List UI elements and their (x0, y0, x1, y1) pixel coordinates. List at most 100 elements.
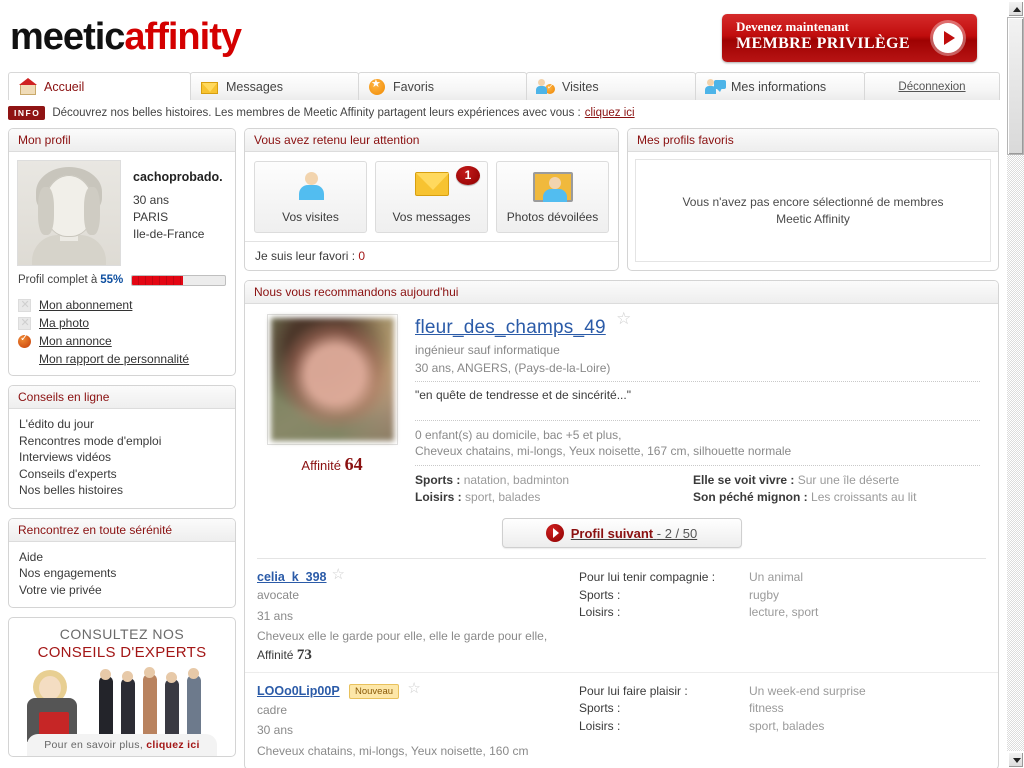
promo-line-2: MEMBRE PRIVILÈGE (736, 35, 910, 52)
scrollbar-track[interactable] (1007, 17, 1024, 751)
ad-cta-text: Pour en savoir plus, (44, 739, 144, 751)
add-favorite-star-icon[interactable] (407, 679, 421, 697)
site-logo[interactable]: meeticaffinity (10, 16, 242, 59)
left-sidebar: Mon profil cachoprobado. 30 ans PARIS Il… (8, 128, 236, 757)
person-bubble-icon (705, 79, 726, 94)
scroll-up-button[interactable] (1007, 0, 1024, 17)
fact-row: Elle se voit vivre : Sur une île déserte (693, 472, 980, 489)
affinity-label: Affinité (301, 458, 341, 473)
recommended-profile-photo[interactable] (266, 314, 398, 445)
tile-label-vos-visites: Vos visites (282, 210, 339, 224)
tile-vos-visites[interactable]: Vos visites (254, 161, 367, 233)
serenity-list: Aide Nos engagements Votre vie privée (9, 542, 235, 608)
profile-list-fact-values: Un week-end surprise fitness sport, bala… (749, 683, 866, 761)
recommended-profile: Affinité 64 fleur_des_champs_49 ingénieu… (245, 304, 998, 506)
next-profile-button[interactable]: Profil suivant - 2 / 50 (501, 518, 742, 548)
affinity-value: 64 (344, 454, 363, 474)
premium-member-promo-banner[interactable]: Devenez maintenant MEMBRE PRIVILÈGE (722, 14, 977, 62)
my-profile-link-row[interactable]: Ma photo (18, 316, 226, 330)
completion-label: Profil complet à (18, 274, 98, 286)
attention-tiles: Vos visites 1 Vos messages Photos dévoil… (245, 152, 618, 241)
nav-label-deconnexion: Déconnexion (898, 80, 966, 93)
link-ma-photo[interactable]: Ma photo (39, 316, 89, 330)
info-link[interactable]: cliquez ici (585, 107, 635, 119)
fact-value: sport, balades (749, 718, 825, 733)
nav-label-visites: Visites (562, 79, 599, 94)
advice-item[interactable]: L'édito du jour (19, 416, 225, 433)
favorite-count-value: 0 (358, 249, 366, 263)
tile-label-photos-devoilees: Photos dévoilées (506, 210, 599, 224)
my-age: 30 ans (133, 193, 170, 207)
recommended-job: ingénieur sauf informatique (415, 343, 560, 357)
advice-item[interactable]: Interviews vidéos (19, 449, 225, 466)
profile-list-hair: Cheveux elle le garde pour elle, elle le… (257, 629, 548, 643)
nav-label-mes-informations: Mes informations (731, 79, 827, 94)
advice-item[interactable]: Nos belles histoires (19, 482, 225, 499)
vertical-scrollbar[interactable] (1007, 0, 1024, 768)
advice-item[interactable]: Rencontres mode d'emploi (19, 433, 225, 450)
link-mon-rapport-personnalite[interactable]: Mon rapport de personnalité (39, 352, 189, 366)
nav-item-visites[interactable]: Visites (526, 72, 696, 100)
my-username: cachoprobado. (133, 170, 223, 184)
next-profile-area: Profil suivant - 2 / 50 (257, 506, 986, 559)
serenity-item[interactable]: Votre vie privée (19, 582, 225, 599)
fact-value: sport, balades (465, 490, 541, 504)
logo-part-1: mee (10, 16, 84, 58)
my-profile-title: Mon profil (9, 129, 235, 152)
affinity-value: 73 (296, 646, 312, 663)
info-text: Découvrez nos belles histoires. Les memb… (52, 107, 581, 119)
info-bar: INFO Découvrez nos belles histoires. Les… (8, 106, 999, 120)
serenity-item[interactable]: Nos engagements (19, 565, 225, 582)
nav-item-accueil[interactable]: Accueil (8, 72, 191, 100)
advice-title: Conseils en ligne (9, 386, 235, 409)
nav-item-mes-informations[interactable]: Mes informations (695, 72, 865, 100)
play-icon (933, 23, 963, 53)
favorite-count-label: Je suis leur favori : (255, 249, 356, 263)
link-mon-abonnement[interactable]: Mon abonnement (39, 298, 132, 312)
profile-list-name[interactable]: celia_k_398 (257, 570, 327, 584)
recommended-photo-block: Affinité 64 (257, 314, 407, 506)
new-badge: Nouveau (349, 683, 400, 699)
link-mon-annonce[interactable]: Mon annonce (39, 334, 112, 348)
my-city: PARIS (133, 210, 169, 224)
serenity-item[interactable]: Aide (19, 549, 225, 566)
profile-list-name[interactable]: LOOo0Lip00P (257, 684, 340, 698)
add-favorite-star-icon[interactable] (332, 565, 346, 583)
avatar (17, 160, 121, 266)
unread-messages-badge: 1 (456, 166, 480, 185)
my-profile-link-row[interactable]: Mon abonnement (18, 298, 226, 312)
scrollbar-thumb[interactable] (1007, 17, 1024, 155)
browser-viewport: meeticaffinity Devenez maintenant MEMBRE… (0, 0, 1024, 768)
tile-vos-messages[interactable]: 1 Vos messages (375, 161, 488, 233)
tile-photos-devoilees[interactable]: Photos dévoilées (496, 161, 609, 233)
serenity-title: Rencontrez en toute sérénité (9, 518, 235, 542)
my-profile-link-row[interactable]: Mon annonce (18, 333, 226, 348)
recommended-desc-line-2: Cheveux chatains, mi-longs, Yeux noisett… (415, 444, 792, 458)
recommended-facts: Sports : natation, badminton Loisirs : s… (415, 472, 980, 506)
fact-value: fitness (749, 701, 784, 715)
person-check-icon (536, 79, 555, 94)
profile-list-item-facts: Pour lui tenir compagnie : Sports : Lois… (579, 569, 986, 664)
scroll-down-button[interactable] (1007, 751, 1024, 768)
experts-advice-ad[interactable]: CONSULTEZ NOS CONSEILS D'EXPERTS Pour en… (8, 617, 236, 757)
advice-item[interactable]: Conseils d'experts (19, 466, 225, 483)
fact-value: Les croissants au lit (811, 490, 917, 504)
next-profile-label: Profil suivant (570, 526, 654, 541)
nav-item-deconnexion[interactable]: Déconnexion (864, 72, 1000, 100)
advice-panel: Conseils en ligne L'édito du jour Rencon… (8, 385, 236, 509)
ad-cta-link[interactable]: cliquez ici (146, 739, 199, 751)
my-profile-link-row[interactable]: Mon rapport de personnalité (18, 352, 226, 366)
ad-cta[interactable]: Pour en savoir plus, cliquez ici (27, 734, 217, 756)
divider (415, 381, 980, 382)
nav-item-messages[interactable]: Messages (190, 72, 359, 100)
profile-list-hair: Cheveux chatains, mi-longs, Yeux noisett… (257, 743, 529, 758)
affinity-label: Affinité (257, 647, 294, 662)
profile-list-job: avocate (257, 588, 300, 602)
main-navigation: Accueil Messages Favoris Visites Mes inf… (8, 72, 1000, 100)
profile-list-item: celia_k_398 avocate 31 ans Cheveux elle … (245, 559, 998, 673)
nav-item-favoris[interactable]: Favoris (358, 72, 527, 100)
recommended-profile-name[interactable]: fleur_des_champs_49 (415, 317, 606, 338)
recommended-facts-right: Elle se voit vivre : Sur une île déserte… (693, 472, 980, 506)
home-icon (19, 78, 37, 95)
add-favorite-star-icon[interactable] (616, 309, 631, 329)
